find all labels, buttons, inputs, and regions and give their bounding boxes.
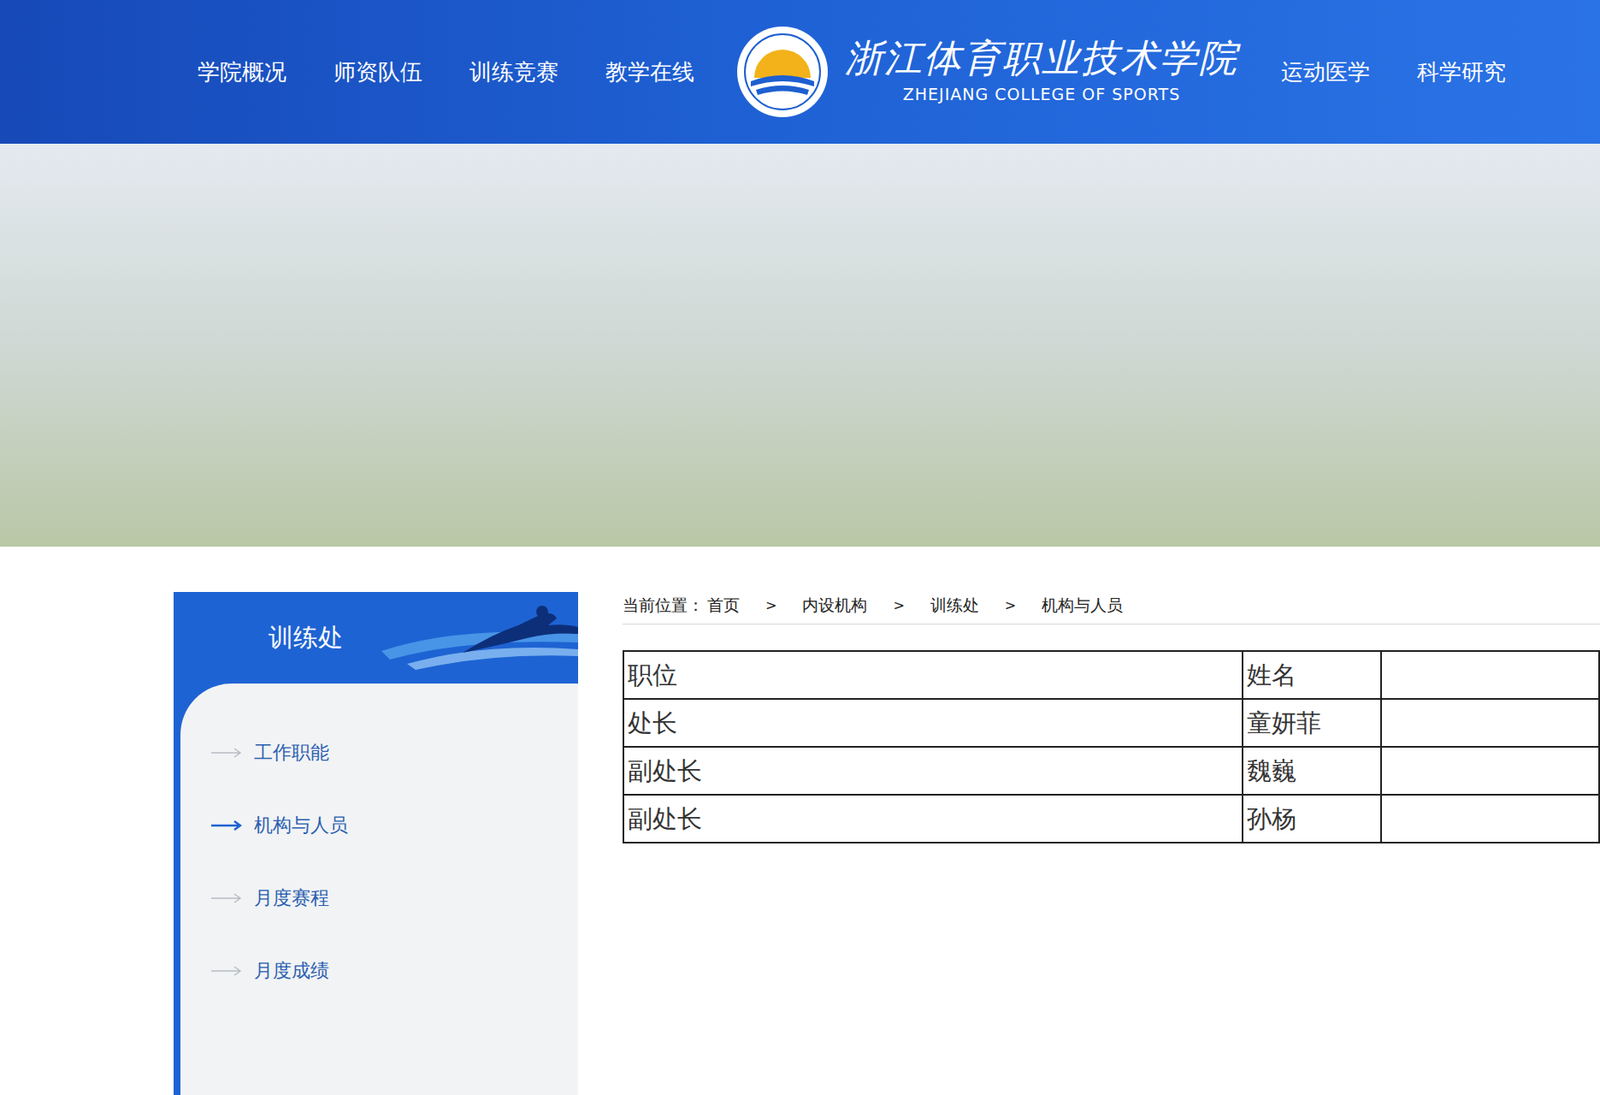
nav-item[interactable]: 训练竞赛	[469, 55, 559, 89]
table-cell: 姓名	[1242, 650, 1382, 699]
table-cell	[1381, 650, 1600, 699]
staff-table: 职位姓名处长童妍菲副处长魏巍副处长孙杨	[622, 649, 1600, 844]
nav-item[interactable]: 运动医学	[1281, 55, 1370, 89]
sidebar-title: 训练处	[268, 619, 343, 657]
nav-item[interactable]: 学院概况	[197, 55, 287, 89]
logo-title: 浙江体育职业技术学院	[844, 37, 1239, 79]
table-row: 副处长魏巍	[623, 746, 1600, 795]
table-cell: 童妍菲	[1242, 698, 1382, 747]
nav-item[interactable]: 科学研究	[1416, 55, 1506, 89]
table-row: 处长童妍菲	[623, 698, 1600, 747]
nav-left: 学院概况 师资队伍 训练竞赛 教学在线	[0, 55, 736, 89]
table-cell	[1381, 746, 1600, 795]
arrow-icon	[211, 820, 243, 831]
breadcrumb-separator: >	[1004, 595, 1016, 616]
sidebar-item[interactable]: 机构与人员	[180, 788, 579, 862]
sidebar-label[interactable]: 月度赛程	[253, 883, 330, 912]
breadcrumb-separator: >	[765, 595, 777, 616]
table-cell: 魏巍	[1242, 746, 1382, 795]
table-header-row: 职位姓名	[623, 650, 1600, 699]
sidebar-list: 工作职能机构与人员月度赛程月度成绩	[180, 715, 579, 1007]
sidebar: 训练处 工作职能机构与人员月度赛程月度成绩	[173, 591, 579, 1095]
sidebar-label[interactable]: 工作职能	[253, 738, 330, 767]
sidebar-label[interactable]: 月度成绩	[253, 956, 330, 985]
breadcrumb-item[interactable]: 内设机构	[802, 592, 868, 618]
nav-item[interactable]: 教学在线	[605, 55, 695, 89]
sidebar-label[interactable]: 机构与人员	[253, 810, 349, 839]
arrow-icon	[211, 892, 243, 904]
breadcrumb-separator: >	[892, 595, 904, 616]
table-cell: 副处长	[623, 794, 1243, 843]
table-cell: 副处长	[623, 746, 1243, 795]
sidebar-item[interactable]: 月度赛程	[180, 861, 579, 934]
nav-item[interactable]: 师资队伍	[333, 55, 423, 89]
content: 当前位置：首页>内设机构>训练处>机构与人员 职位姓名处长童妍菲副处长魏巍副处长…	[622, 591, 1600, 1095]
arrow-icon	[211, 965, 243, 976]
swimmer-icon	[381, 599, 579, 677]
table-cell: 职位	[623, 650, 1243, 699]
sidebar-item[interactable]: 月度成绩	[180, 933, 579, 1007]
nav-right: 运动医学 科学研究	[1281, 55, 1506, 89]
sidebar-item[interactable]: 工作职能	[180, 715, 579, 789]
breadcrumb: 当前位置：首页 > 内设机构 > 训练处 > 机构与人员	[622, 591, 1600, 625]
table-cell: 处长	[623, 698, 1243, 747]
breadcrumb-item[interactable]: 机构与人员	[1041, 592, 1123, 618]
table-row: 副处长孙杨	[623, 794, 1600, 843]
site-header: 学院概况 师资队伍 训练竞赛 教学在线 浙江体育职业技术学院 ZHEJIANG COL…	[0, 0, 1600, 144]
breadcrumb-item[interactable]: 首页	[707, 592, 740, 618]
breadcrumb-label: 当前位置：	[622, 592, 704, 618]
table-cell	[1381, 698, 1600, 747]
college-emblem-icon	[735, 24, 830, 119]
logo-subtitle: ZHEJIANG COLLEGE OF SPORTS	[903, 82, 1181, 107]
breadcrumb-item[interactable]: 训练处	[930, 592, 980, 618]
logo[interactable]: 浙江体育职业技术学院 ZHEJIANG COLLEGE OF SPORTS	[735, 24, 1239, 119]
arrow-icon	[211, 747, 243, 758]
table-cell	[1381, 794, 1600, 843]
campus-banner	[0, 143, 1600, 547]
table-cell: 孙杨	[1242, 794, 1382, 843]
